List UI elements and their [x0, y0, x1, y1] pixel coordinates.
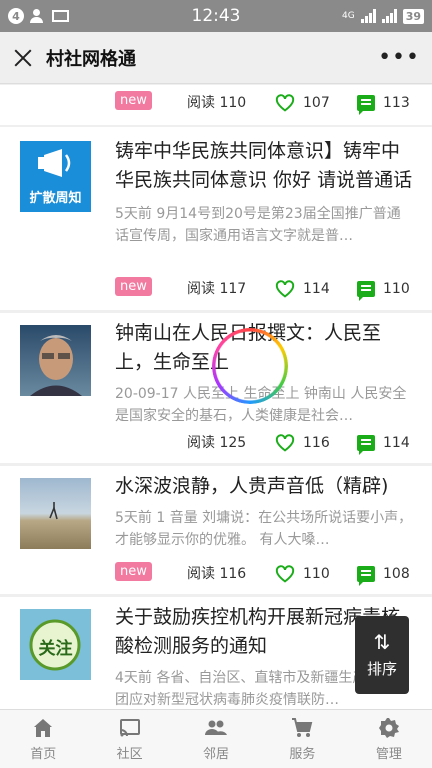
like-stat[interactable]: 114 [275, 277, 330, 301]
read-count: 阅读 117 [187, 281, 247, 297]
heart-icon [275, 280, 295, 298]
mail-icon [52, 10, 69, 22]
bottom-nav: 首页 社区 邻居 服务 管理 [0, 709, 432, 768]
new-badge: new [115, 277, 152, 296]
status-bar: 4 12:43 4G 39 [0, 0, 432, 32]
nav-label: 管理 [375, 747, 402, 762]
close-icon[interactable] [12, 47, 34, 69]
list-item[interactable]: new 阅读 110 107 113 [0, 85, 432, 125]
nav-label: 首页 [30, 747, 57, 762]
article-title[interactable]: 水深波浪静，人贵声音低（精辟) [115, 472, 414, 501]
read-count: 阅读 116 [187, 566, 247, 582]
network-type: 4G [341, 10, 355, 21]
article-stats: new 阅读 116 110 108 [115, 562, 414, 586]
list-item[interactable]: 钟南山在人民日报撰文：人民至上，生命至上 20-09-17 人民至上 生命至上 … [0, 313, 432, 463]
nav-label: 社区 [116, 747, 143, 762]
loading-spinner [212, 328, 288, 404]
cast-icon [119, 719, 140, 737]
sort-icon: ⇅ [373, 629, 391, 654]
comment-icon [357, 95, 375, 115]
nav-label: 邻居 [203, 747, 230, 762]
comment-icon [357, 435, 375, 455]
article-summary: 5天前 1 音量 刘墉说：在公共场所说话要小声，才能够显示你的优雅。 有人大嗓… [115, 510, 413, 548]
read-count: 阅读 110 [187, 95, 247, 111]
people-icon [205, 720, 228, 735]
new-badge: new [115, 91, 152, 110]
beach-photo [49, 502, 58, 520]
app-bar: 村社网格通 ••• [0, 32, 432, 84]
article-stats: new 阅读 110 107 113 [115, 91, 414, 115]
notification-count-icon: 4 [8, 8, 24, 24]
wifi-signal-icon [381, 9, 397, 23]
like-stat[interactable]: 116 [275, 431, 330, 455]
like-stat[interactable]: 107 [275, 91, 330, 115]
nav-item-community[interactable]: 社区 [86, 710, 172, 768]
home-icon [34, 719, 53, 737]
like-stat[interactable]: 110 [275, 562, 330, 586]
article-thumbnail [20, 478, 91, 549]
battery-icon: 39 [402, 8, 424, 24]
signal-icon [360, 9, 376, 23]
read-count: 阅读 125 [187, 435, 247, 451]
contact-icon [30, 9, 46, 23]
gear-icon [378, 718, 399, 738]
sort-label: 排序 [366, 659, 397, 678]
article-stats: new 阅读 117 114 110 [115, 277, 414, 301]
comment-icon [357, 566, 375, 586]
thumbnail-caption: 扩散周知 [29, 191, 82, 206]
article-thumbnail: 关注 [20, 609, 91, 680]
portrait-photo [30, 335, 82, 396]
heart-icon [275, 94, 295, 112]
nav-item-home[interactable]: 首页 [0, 710, 86, 768]
nav-item-neighbors[interactable]: 邻居 [173, 710, 259, 768]
list-item[interactable]: 扩散周知 铸牢中华民族共同体意识】铸牢中华民族共同体意识 你好 请说普通话 5天… [0, 127, 432, 310]
list-item[interactable]: 水深波浪静，人贵声音低（精辟) 5天前 1 音量 刘墉说：在公共场所说话要小声，… [0, 466, 432, 594]
article-title[interactable]: 铸牢中华民族共同体意识】铸牢中华民族共同体意识 你好 请说普通话 [115, 137, 414, 195]
sort-button[interactable]: ⇅ 排序 [355, 616, 409, 694]
new-badge: new [115, 562, 152, 581]
nav-item-services[interactable]: 服务 [259, 710, 345, 768]
heart-icon [275, 434, 295, 452]
comment-stat[interactable]: 108 [357, 562, 410, 586]
nav-item-admin[interactable]: 管理 [346, 710, 432, 768]
article-thumbnail: 扩散周知 [20, 141, 91, 212]
heart-icon [275, 565, 295, 583]
comment-icon [357, 281, 375, 301]
article-stats: 阅读 125 116 114 [115, 431, 414, 455]
comment-stat[interactable]: 114 [357, 431, 410, 455]
page-title: 村社网格通 [46, 48, 136, 70]
more-menu-icon[interactable]: ••• [378, 45, 420, 70]
article-thumbnail [20, 325, 91, 396]
comment-stat[interactable]: 110 [357, 277, 410, 301]
comment-stat[interactable]: 113 [357, 91, 410, 115]
thumbnail-caption: 关注 [38, 639, 73, 659]
nav-label: 服务 [289, 747, 316, 762]
article-summary: 5天前 9月14号到20号是第23届全国推广普通话宣传周，国家通用语言文字就是普… [115, 206, 401, 244]
cart-icon [292, 718, 313, 737]
